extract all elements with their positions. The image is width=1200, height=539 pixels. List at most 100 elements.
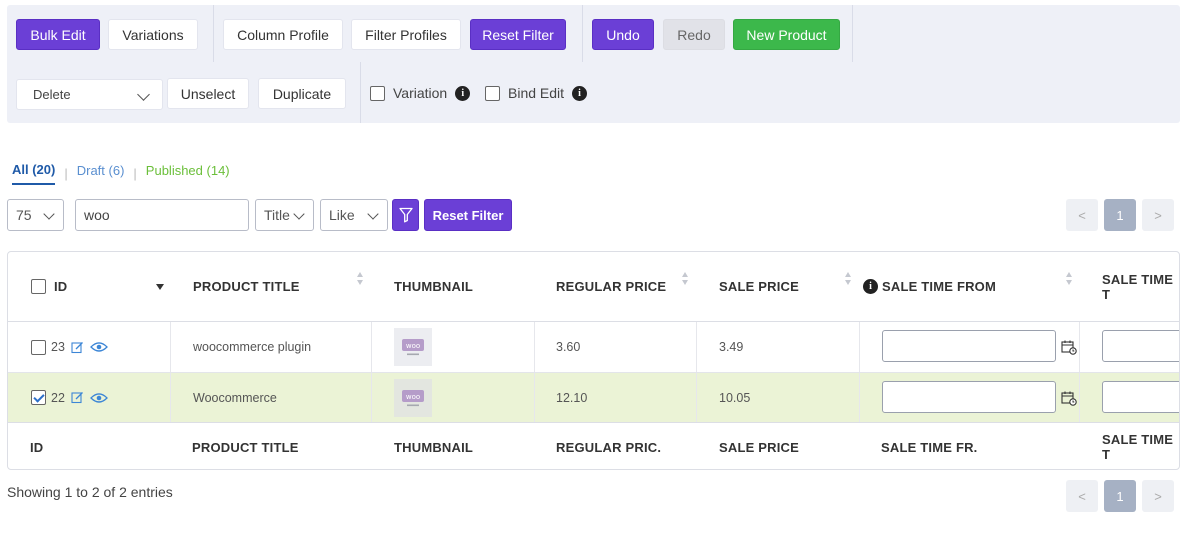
sale-time-to-input[interactable] bbox=[1102, 381, 1179, 413]
filter-profiles-button[interactable]: Filter Profiles bbox=[351, 19, 461, 50]
chevron-down-icon bbox=[137, 87, 150, 101]
column-divider bbox=[170, 322, 171, 372]
variations-button[interactable]: Variations bbox=[108, 19, 198, 50]
row-id: 23 bbox=[51, 340, 65, 354]
view-eye-icon[interactable] bbox=[89, 341, 108, 353]
header-info-cell: i bbox=[863, 252, 878, 321]
status-tabs: All (20) | Draft (6) | Published (14) bbox=[12, 162, 230, 185]
footer-id: ID bbox=[30, 439, 44, 455]
column-divider bbox=[371, 373, 372, 422]
next-page-button[interactable]: > bbox=[1142, 480, 1174, 512]
table-row[interactable]: 23 woocommerce plugin woo 3.60 3.49 bbox=[8, 322, 1179, 373]
duplicate-button[interactable]: Duplicate bbox=[258, 78, 346, 109]
column-divider bbox=[371, 322, 372, 372]
sale-time-from-input[interactable] bbox=[882, 381, 1056, 413]
row-checkbox[interactable] bbox=[31, 339, 46, 355]
info-icon[interactable]: i bbox=[455, 85, 471, 101]
chevron-down-icon bbox=[367, 208, 379, 220]
header-id[interactable]: ID bbox=[54, 252, 67, 321]
table-row[interactable]: 22 Woocommerce woo 12.10 10.05 bbox=[8, 373, 1179, 423]
bulk-action-select[interactable]: Delete bbox=[16, 79, 163, 110]
edit-icon[interactable] bbox=[71, 391, 84, 404]
sort-icon[interactable] bbox=[1066, 272, 1074, 286]
table-footer-row: ID PRODUCT TITLE THUMBNAIL REGULAR PRIC.… bbox=[8, 423, 1179, 469]
bind-edit-checkbox[interactable] bbox=[485, 85, 500, 101]
header-sale-price[interactable]: SALE PRICE bbox=[719, 252, 799, 321]
sort-icon[interactable] bbox=[682, 272, 690, 286]
entries-info: Showing 1 to 2 of 2 entries bbox=[7, 484, 173, 500]
tab-separator: | bbox=[133, 166, 137, 181]
next-page-button[interactable]: > bbox=[1142, 199, 1174, 231]
page-1-button[interactable]: 1 bbox=[1104, 199, 1136, 231]
sort-icon[interactable] bbox=[845, 272, 853, 286]
filter-field-value: Title bbox=[264, 207, 290, 223]
filter-operator-value: Like bbox=[329, 207, 355, 223]
filter-button[interactable] bbox=[392, 199, 419, 231]
sale-time-to-input[interactable] bbox=[1102, 330, 1179, 362]
sort-icon[interactable] bbox=[357, 272, 365, 286]
reset-filter-button[interactable]: Reset Filter bbox=[470, 19, 566, 50]
toolbar-divider bbox=[213, 5, 214, 62]
product-thumbnail: woo bbox=[394, 378, 432, 417]
product-title-cell[interactable]: Woocommerce bbox=[193, 373, 277, 422]
table-header-row: ID PRODUCT TITLE THUMBNAIL REGULAR PRICE… bbox=[8, 252, 1179, 322]
sale-price-cell[interactable]: 3.49 bbox=[719, 322, 743, 372]
pagination-bottom: < 1 > bbox=[1066, 480, 1174, 512]
pagination-top: < 1 > bbox=[1066, 199, 1174, 231]
footer-sale-time-to: SALE TIME T bbox=[1102, 432, 1174, 462]
edit-icon[interactable] bbox=[71, 341, 84, 354]
bulk-edit-button[interactable]: Bulk Edit bbox=[16, 19, 100, 50]
undo-button[interactable]: Undo bbox=[592, 19, 654, 50]
calendar-icon[interactable] bbox=[1061, 339, 1077, 355]
sort-desc-icon[interactable] bbox=[156, 284, 164, 290]
info-icon[interactable]: i bbox=[572, 85, 588, 101]
chevron-down-icon bbox=[293, 208, 305, 220]
header-sale-time-from[interactable]: SALE TIME FROM bbox=[882, 252, 996, 321]
prev-page-button[interactable]: < bbox=[1066, 199, 1098, 231]
thumbnail-cell[interactable]: woo bbox=[394, 373, 432, 422]
tab-published[interactable]: Published (14) bbox=[146, 163, 230, 184]
info-icon[interactable]: i bbox=[863, 279, 878, 294]
sale-price-cell[interactable]: 10.05 bbox=[719, 373, 750, 422]
header-sale-time-to[interactable]: SALE TIME T bbox=[1102, 252, 1179, 321]
view-eye-icon[interactable] bbox=[89, 392, 108, 404]
prev-page-button[interactable]: < bbox=[1066, 480, 1098, 512]
header-product-title[interactable]: PRODUCT TITLE bbox=[193, 252, 300, 321]
column-profile-button[interactable]: Column Profile bbox=[223, 19, 343, 50]
regular-price-cell[interactable]: 12.10 bbox=[556, 373, 587, 422]
woo-logo-icon: woo bbox=[402, 339, 424, 356]
tab-draft[interactable]: Draft (6) bbox=[77, 163, 125, 184]
tab-separator: | bbox=[64, 166, 68, 181]
product-title-cell[interactable]: woocommerce plugin bbox=[193, 322, 311, 372]
thumbnail-cell[interactable]: woo bbox=[394, 322, 432, 372]
column-divider bbox=[696, 322, 697, 372]
filter-reset-button[interactable]: Reset Filter bbox=[424, 199, 512, 231]
filter-operator-select[interactable]: Like bbox=[320, 199, 388, 231]
sale-time-from-input[interactable] bbox=[882, 330, 1056, 362]
new-product-button[interactable]: New Product bbox=[733, 19, 840, 50]
tab-all[interactable]: All (20) bbox=[12, 162, 56, 185]
variation-checkbox[interactable] bbox=[370, 85, 385, 101]
unselect-button[interactable]: Unselect bbox=[167, 78, 249, 109]
column-divider bbox=[696, 373, 697, 422]
toolbar-divider bbox=[852, 5, 853, 62]
header-regular-price[interactable]: REGULAR PRICE bbox=[556, 252, 666, 321]
variation-toggle[interactable]: Variation i bbox=[370, 85, 471, 101]
footer-sale-time-from: SALE TIME FR. bbox=[881, 439, 978, 455]
calendar-icon[interactable] bbox=[1061, 390, 1077, 406]
regular-price-cell[interactable]: 3.60 bbox=[556, 322, 580, 372]
thumbnail-text: woo bbox=[406, 342, 420, 350]
select-all-checkbox[interactable] bbox=[31, 279, 46, 294]
bind-edit-toggle[interactable]: Bind Edit i bbox=[485, 85, 588, 101]
per-page-select[interactable]: 75 bbox=[7, 199, 64, 231]
header-thumbnail: THUMBNAIL bbox=[394, 279, 474, 294]
row-checkbox[interactable] bbox=[31, 390, 46, 405]
redo-button[interactable]: Redo bbox=[663, 19, 725, 50]
page-1-button[interactable]: 1 bbox=[1104, 480, 1136, 512]
footer-thumbnail: THUMBNAIL bbox=[394, 439, 474, 455]
column-divider bbox=[170, 373, 171, 422]
bind-edit-label: Bind Edit bbox=[508, 85, 565, 101]
product-thumbnail: woo bbox=[394, 328, 432, 366]
search-input[interactable] bbox=[75, 199, 249, 231]
filter-field-select[interactable]: Title bbox=[255, 199, 314, 231]
